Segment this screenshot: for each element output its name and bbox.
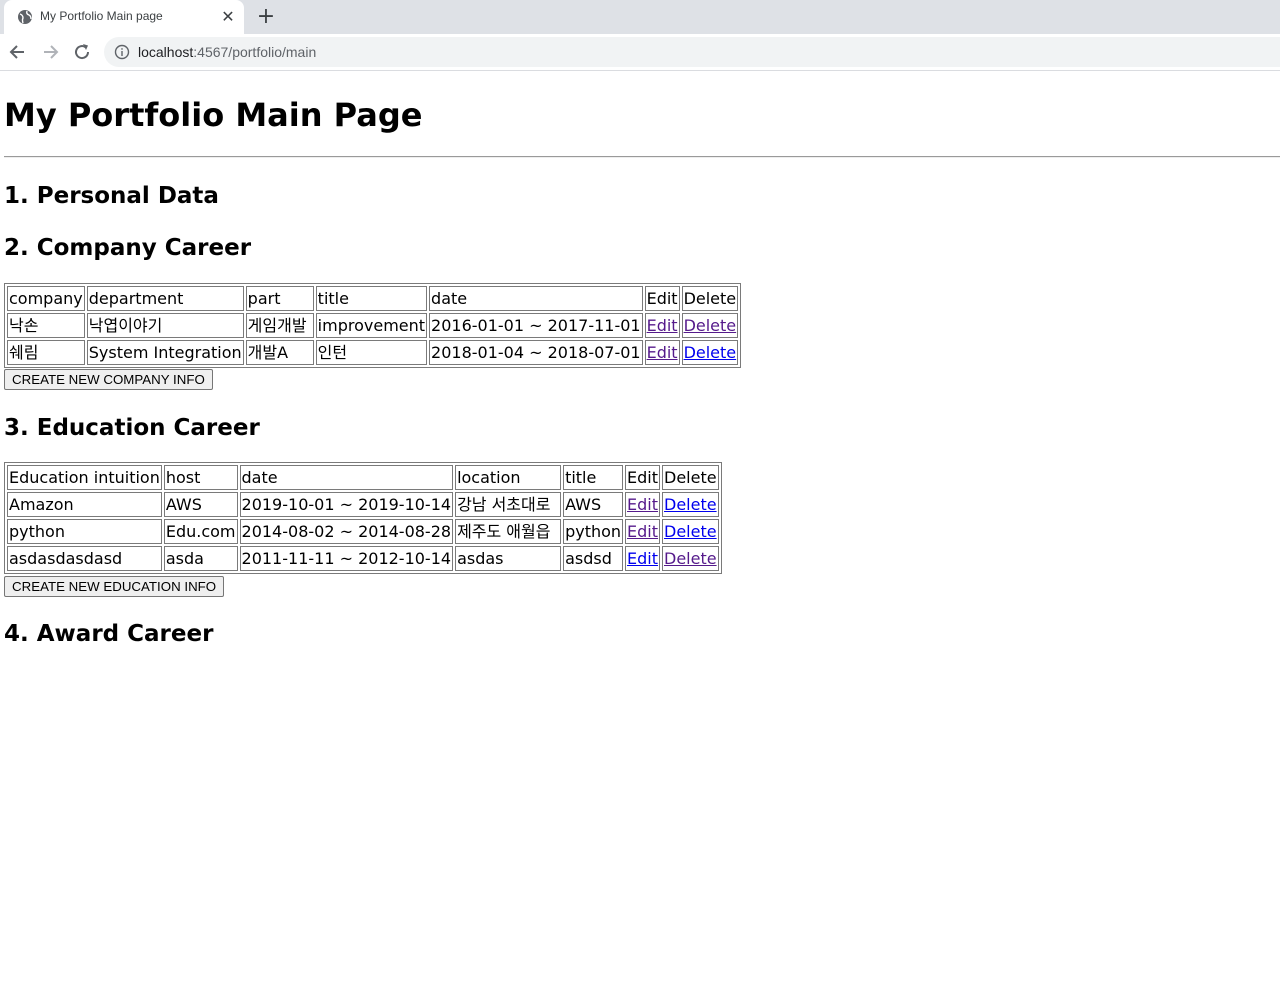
cell-part: 개발A — [245, 340, 314, 365]
cell-delete: Delete — [662, 519, 719, 544]
column-header: Delete — [662, 465, 719, 490]
cell-edit: Edit — [625, 492, 661, 517]
cell-host: Edu.com — [163, 519, 238, 544]
create-education-button[interactable]: CREATE NEW EDUCATION INFO — [4, 576, 225, 597]
tab-title: My Portfolio Main page — [40, 9, 163, 23]
url-path: :4567/portfolio/main — [193, 44, 317, 60]
browser-tab[interactable]: My Portfolio Main page ✕ — [4, 0, 244, 34]
cell-part: 게임개발 — [245, 313, 314, 338]
forward-arrow-icon[interactable] — [40, 42, 60, 62]
column-header: host — [163, 465, 238, 490]
cell-location: 강남 서초대로 — [455, 492, 562, 517]
back-arrow-icon[interactable] — [8, 42, 28, 62]
table-row: Amazon AWS 2019-10-01 ~ 2019-10-14 강남 서초… — [7, 492, 719, 517]
cell-delete: Delete — [662, 546, 719, 571]
column-header: title — [315, 286, 428, 311]
column-header: title — [563, 465, 624, 490]
cell-institution: asdasdasdasd — [7, 546, 162, 571]
column-header: part — [245, 286, 314, 311]
education-table: Education intuition host date location t… — [4, 462, 722, 574]
cell-edit: Edit — [625, 519, 661, 544]
browser-tab-strip: My Portfolio Main page ✕ + — [0, 0, 1280, 34]
page-content: My Portfolio Main Page 1. Personal Data … — [0, 71, 1280, 997]
edit-link[interactable]: Edit — [627, 549, 658, 568]
delete-link[interactable]: Delete — [684, 343, 737, 362]
cell-date: 2019-10-01 ~ 2019-10-14 — [239, 492, 454, 517]
delete-link[interactable]: Delete — [664, 495, 717, 514]
cell-edit: Edit — [644, 313, 680, 338]
edit-link[interactable]: Edit — [627, 495, 658, 514]
table-row: 쉐림 System Integration 개발A 인턴 2018-01-04 … — [7, 340, 739, 365]
cell-title: 인턴 — [315, 340, 428, 365]
cell-location: 제주도 애월읍 — [455, 519, 562, 544]
column-header: location — [455, 465, 562, 490]
cell-host: AWS — [163, 492, 238, 517]
section-education-career: 3. Education Career — [4, 415, 260, 441]
cell-edit: Edit — [644, 340, 680, 365]
table-row: python Edu.com 2014-08-02 ~ 2014-08-28 제… — [7, 519, 719, 544]
column-header: Delete — [681, 286, 739, 311]
section-company-career: 2. Company Career — [4, 235, 252, 261]
column-header: date — [239, 465, 454, 490]
address-bar[interactable]: localhost:4567/portfolio/main — [104, 37, 1280, 67]
plus-icon[interactable]: + — [256, 6, 276, 28]
cell-date: 2016-01-01 ~ 2017-11-01 — [429, 313, 643, 338]
company-table: company department part title date Edit … — [4, 283, 742, 368]
edit-link[interactable]: Edit — [647, 343, 678, 362]
cell-date: 2011-11-11 ~ 2012-10-14 — [239, 546, 454, 571]
create-company-button[interactable]: CREATE NEW COMPANY INFO — [4, 369, 213, 390]
column-header: Edit — [625, 465, 661, 490]
url-text: localhost:4567/portfolio/main — [138, 44, 316, 60]
cell-host: asda — [163, 546, 238, 571]
cell-company: 낙손 — [7, 313, 85, 338]
table-header-row: Education intuition host date location t… — [7, 465, 719, 490]
cell-delete: Delete — [681, 340, 739, 365]
cell-company: 쉐림 — [7, 340, 85, 365]
cell-institution: python — [7, 519, 162, 544]
info-icon[interactable] — [114, 44, 130, 60]
column-header: date — [429, 286, 643, 311]
close-icon[interactable]: ✕ — [220, 9, 236, 25]
cell-department: 낙엽이야기 — [86, 313, 244, 338]
delete-link[interactable]: Delete — [684, 316, 737, 335]
url-host: localhost — [138, 44, 194, 60]
globe-icon — [18, 10, 32, 24]
cell-title: improvement — [315, 313, 428, 338]
section-award-career: 4. Award Career — [4, 621, 214, 647]
column-header: department — [86, 286, 244, 311]
cell-title: asdsd — [563, 546, 624, 571]
cell-delete: Delete — [681, 313, 739, 338]
page-title: My Portfolio Main Page — [4, 96, 423, 134]
section-personal-data: 1. Personal Data — [4, 183, 219, 209]
cell-date: 2018-01-04 ~ 2018-07-01 — [429, 340, 643, 365]
cell-location: asdas — [455, 546, 562, 571]
table-row: asdasdasdasd asda 2011-11-11 ~ 2012-10-1… — [7, 546, 719, 571]
table-row: 낙손 낙엽이야기 게임개발 improvement 2016-01-01 ~ 2… — [7, 313, 739, 338]
column-header: company — [7, 286, 85, 311]
edit-link[interactable]: Edit — [647, 316, 678, 335]
cell-title: python — [563, 519, 624, 544]
divider — [4, 156, 1280, 158]
edit-link[interactable]: Edit — [627, 522, 658, 541]
delete-link[interactable]: Delete — [664, 522, 717, 541]
column-header: Education intuition — [7, 465, 162, 490]
table-header-row: company department part title date Edit … — [7, 286, 739, 311]
cell-title: AWS — [563, 492, 624, 517]
reload-icon[interactable] — [72, 42, 92, 62]
delete-link[interactable]: Delete — [664, 549, 717, 568]
cell-edit: Edit — [625, 546, 661, 571]
cell-delete: Delete — [662, 492, 719, 517]
cell-date: 2014-08-02 ~ 2014-08-28 — [239, 519, 454, 544]
column-header: Edit — [644, 286, 680, 311]
browser-toolbar: localhost:4567/portfolio/main — [0, 34, 1280, 71]
cell-department: System Integration — [86, 340, 244, 365]
cell-institution: Amazon — [7, 492, 162, 517]
